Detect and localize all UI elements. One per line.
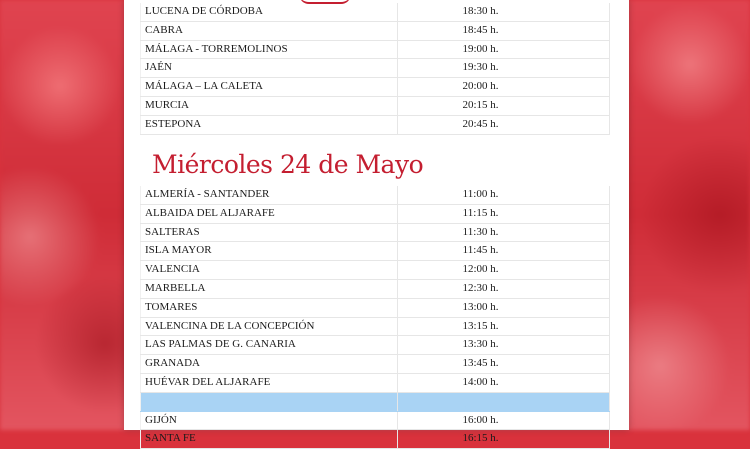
table-row: GRANADA 13:45 h. <box>140 354 610 374</box>
time-cell: 18:30 h. <box>397 3 610 22</box>
city-cell: GRANADA <box>140 354 398 374</box>
time-cell: 13:45 h. <box>397 354 610 374</box>
day-heading: Miércoles 24 de Mayo <box>152 150 424 179</box>
city-cell: LUCENA DE CÓRDOBA <box>140 3 398 22</box>
city-cell: MÁLAGA – LA CALETA <box>140 77 398 97</box>
table-row: TOMARES 13:00 h. <box>140 298 610 318</box>
city-cell: GIJÓN <box>140 411 398 431</box>
city-cell: ESTEPONA <box>140 115 398 135</box>
table-row: CABRA 18:45 h. <box>140 21 610 41</box>
table-row: ESTEPONA 20:45 h. <box>140 115 610 135</box>
table-row: MÁLAGA – LA CALETA 20:00 h. <box>140 77 610 97</box>
highlighted-blank-row <box>140 392 610 412</box>
table-row: SANTA FE 16:15 h. <box>140 429 610 449</box>
table-row: VALENCIA 12:00 h. <box>140 260 610 280</box>
time-cell: 11:00 h. <box>397 186 610 205</box>
table-row: LUCENA DE CÓRDOBA 18:30 h. <box>140 3 610 22</box>
time-cell: 11:45 h. <box>397 241 610 262</box>
time-cell: 14:00 h. <box>397 373 610 393</box>
table-row: MÁLAGA - TORREMOLINOS 19:00 h. <box>140 40 610 60</box>
city-cell: SANTA FE <box>140 429 398 449</box>
time-cell: 18:45 h. <box>397 21 610 41</box>
table-row: GIJÓN 16:00 h. <box>140 411 610 431</box>
time-cell: 16:15 h. <box>397 429 610 449</box>
schedule-table-previous-day: LUCENA DE CÓRDOBA 18:30 h. CABRA 18:45 h. … <box>140 3 610 135</box>
city-cell: JAÉN <box>140 58 398 79</box>
time-cell: 16:00 h. <box>397 411 610 431</box>
city-cell: VALENCIA <box>140 260 398 280</box>
table-row: JAÉN 19:30 h. <box>140 58 610 79</box>
table-row: ALMERÍA - SANTANDER 11:00 h. <box>140 186 610 205</box>
time-cell: 12:00 h. <box>397 260 610 280</box>
table-row: MURCIA 20:15 h. <box>140 96 610 116</box>
time-cell: 19:30 h. <box>397 58 610 79</box>
table-row: ISLA MAYOR 11:45 h. <box>140 241 610 262</box>
time-cell: 12:30 h. <box>397 279 610 299</box>
city-cell: MURCIA <box>140 96 398 116</box>
time-cell: 11:15 h. <box>397 204 610 224</box>
city-cell: MÁLAGA - TORREMOLINOS <box>140 40 398 60</box>
table-row: ALBAIDA DEL ALJARAFE 11:15 h. <box>140 204 610 224</box>
city-cell: ALBAIDA DEL ALJARAFE <box>140 204 398 224</box>
time-cell: 13:15 h. <box>397 317 610 337</box>
time-cell: 20:45 h. <box>397 115 610 135</box>
city-cell: ALMERÍA - SANTANDER <box>140 186 398 205</box>
city-cell: CABRA <box>140 21 398 41</box>
schedule-page: LUCENA DE CÓRDOBA 18:30 h. CABRA 18:45 h. … <box>124 0 629 449</box>
city-cell: LAS PALMAS DE G. CANARIA <box>140 335 398 356</box>
schedule-table-wednesday: ALMERÍA - SANTANDER 11:00 h. ALBAIDA DEL … <box>140 186 610 449</box>
table-row: MARBELLA 12:30 h. <box>140 279 610 299</box>
time-cell: 13:00 h. <box>397 298 610 318</box>
city-cell <box>140 392 398 412</box>
time-cell <box>397 392 610 412</box>
table-row: VALENCINA DE LA CONCEPCIÓN 13:15 h. <box>140 317 610 337</box>
time-cell: 13:30 h. <box>397 335 610 356</box>
city-cell: HUÉVAR DEL ALJARAFE <box>140 373 398 393</box>
table-row: LAS PALMAS DE G. CANARIA 13:30 h. <box>140 335 610 356</box>
city-cell: VALENCINA DE LA CONCEPCIÓN <box>140 317 398 337</box>
city-cell: SALTERAS <box>140 223 398 243</box>
table-row: HUÉVAR DEL ALJARAFE 14:00 h. <box>140 373 610 393</box>
time-cell: 20:00 h. <box>397 77 610 97</box>
time-cell: 11:30 h. <box>397 223 610 243</box>
city-cell: TOMARES <box>140 298 398 318</box>
city-cell: MARBELLA <box>140 279 398 299</box>
time-cell: 19:00 h. <box>397 40 610 60</box>
table-row: SALTERAS 11:30 h. <box>140 223 610 243</box>
time-cell: 20:15 h. <box>397 96 610 116</box>
city-cell: ISLA MAYOR <box>140 241 398 262</box>
